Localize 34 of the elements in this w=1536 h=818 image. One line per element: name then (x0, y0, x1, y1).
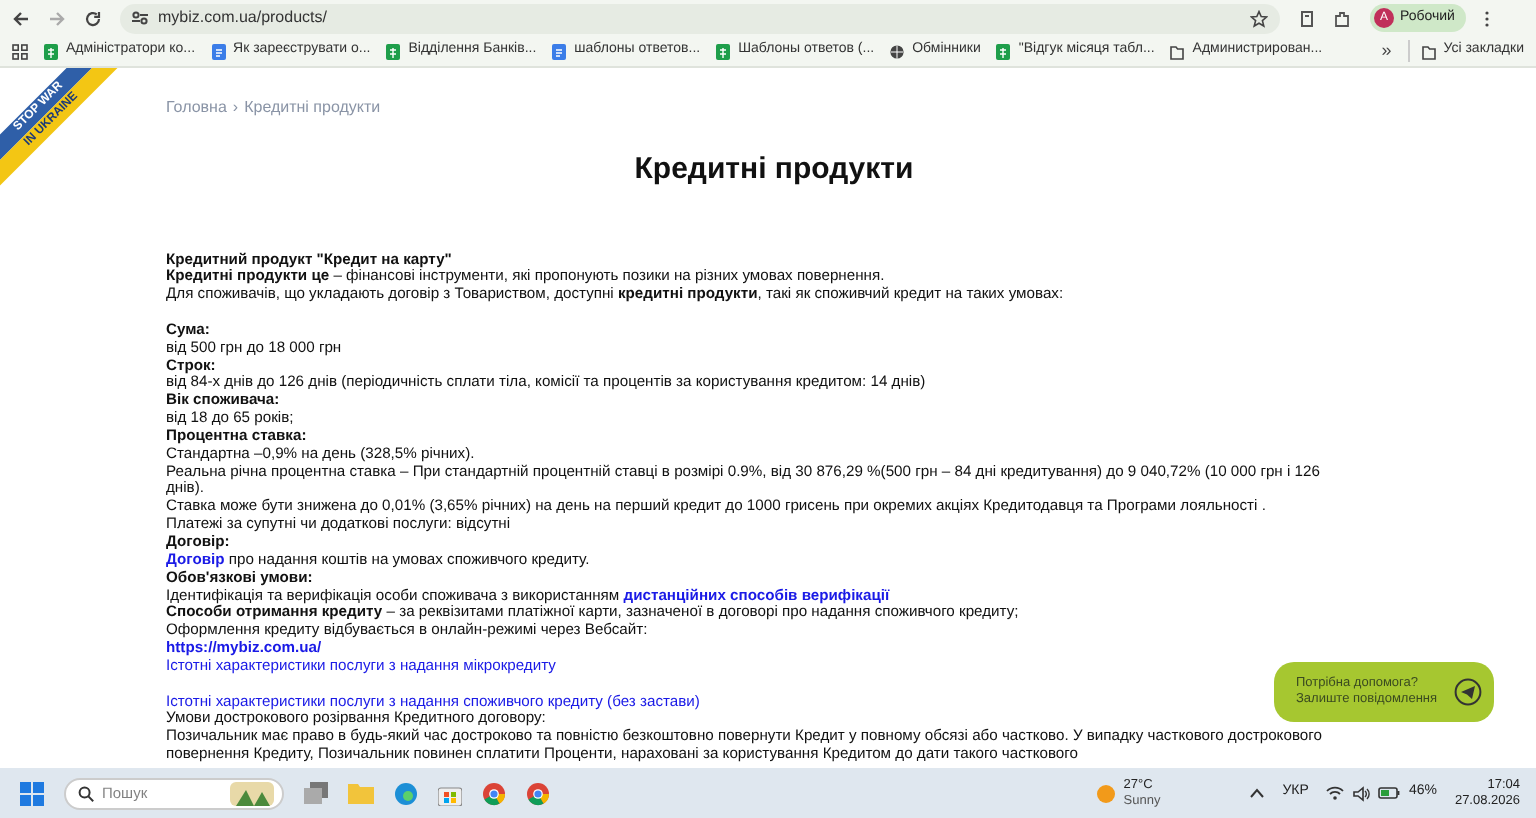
task-view-icon[interactable] (304, 782, 328, 804)
apps-grid-icon[interactable] (12, 43, 28, 59)
search-icon (78, 785, 94, 801)
sun-icon (1095, 783, 1116, 803)
page-title: Кредитні продукти (634, 152, 914, 186)
edge-browser-icon[interactable] (394, 781, 418, 805)
folder-icon (1421, 43, 1436, 59)
chevron-up-icon[interactable] (1250, 788, 1265, 798)
wifi-icon[interactable] (1326, 786, 1345, 800)
reload-icon[interactable] (84, 9, 102, 27)
spreadsheet-icon (716, 43, 731, 59)
windows-icon[interactable] (20, 781, 44, 805)
more-bookmarks-button[interactable]: » (1381, 37, 1392, 65)
browser-icon[interactable] (482, 781, 506, 805)
spreadsheet-icon (44, 43, 58, 59)
browser-icon[interactable] (526, 781, 550, 805)
breadcrumb-separator: › (232, 96, 239, 120)
site-settings-icon[interactable] (132, 10, 148, 26)
battery-icon[interactable] (1378, 786, 1401, 800)
spreadsheet-icon (386, 43, 401, 59)
address-bar[interactable]: mybiz.com.ua/products/ (120, 3, 1280, 33)
globe-icon (890, 43, 905, 59)
url-text: mybiz.com.ua/products/ (158, 6, 327, 30)
document-icon (211, 43, 226, 59)
back-icon[interactable] (12, 9, 30, 27)
star-icon[interactable] (1250, 9, 1268, 27)
menu-icon[interactable] (1484, 9, 1491, 27)
document-icon (552, 43, 567, 59)
send-icon (1454, 678, 1482, 706)
speaker-icon[interactable] (1352, 785, 1371, 801)
store-icon[interactable] (438, 781, 462, 805)
spreadsheet-icon (996, 43, 1011, 59)
folder-icon (1170, 43, 1185, 59)
landscape-icon (230, 781, 274, 805)
